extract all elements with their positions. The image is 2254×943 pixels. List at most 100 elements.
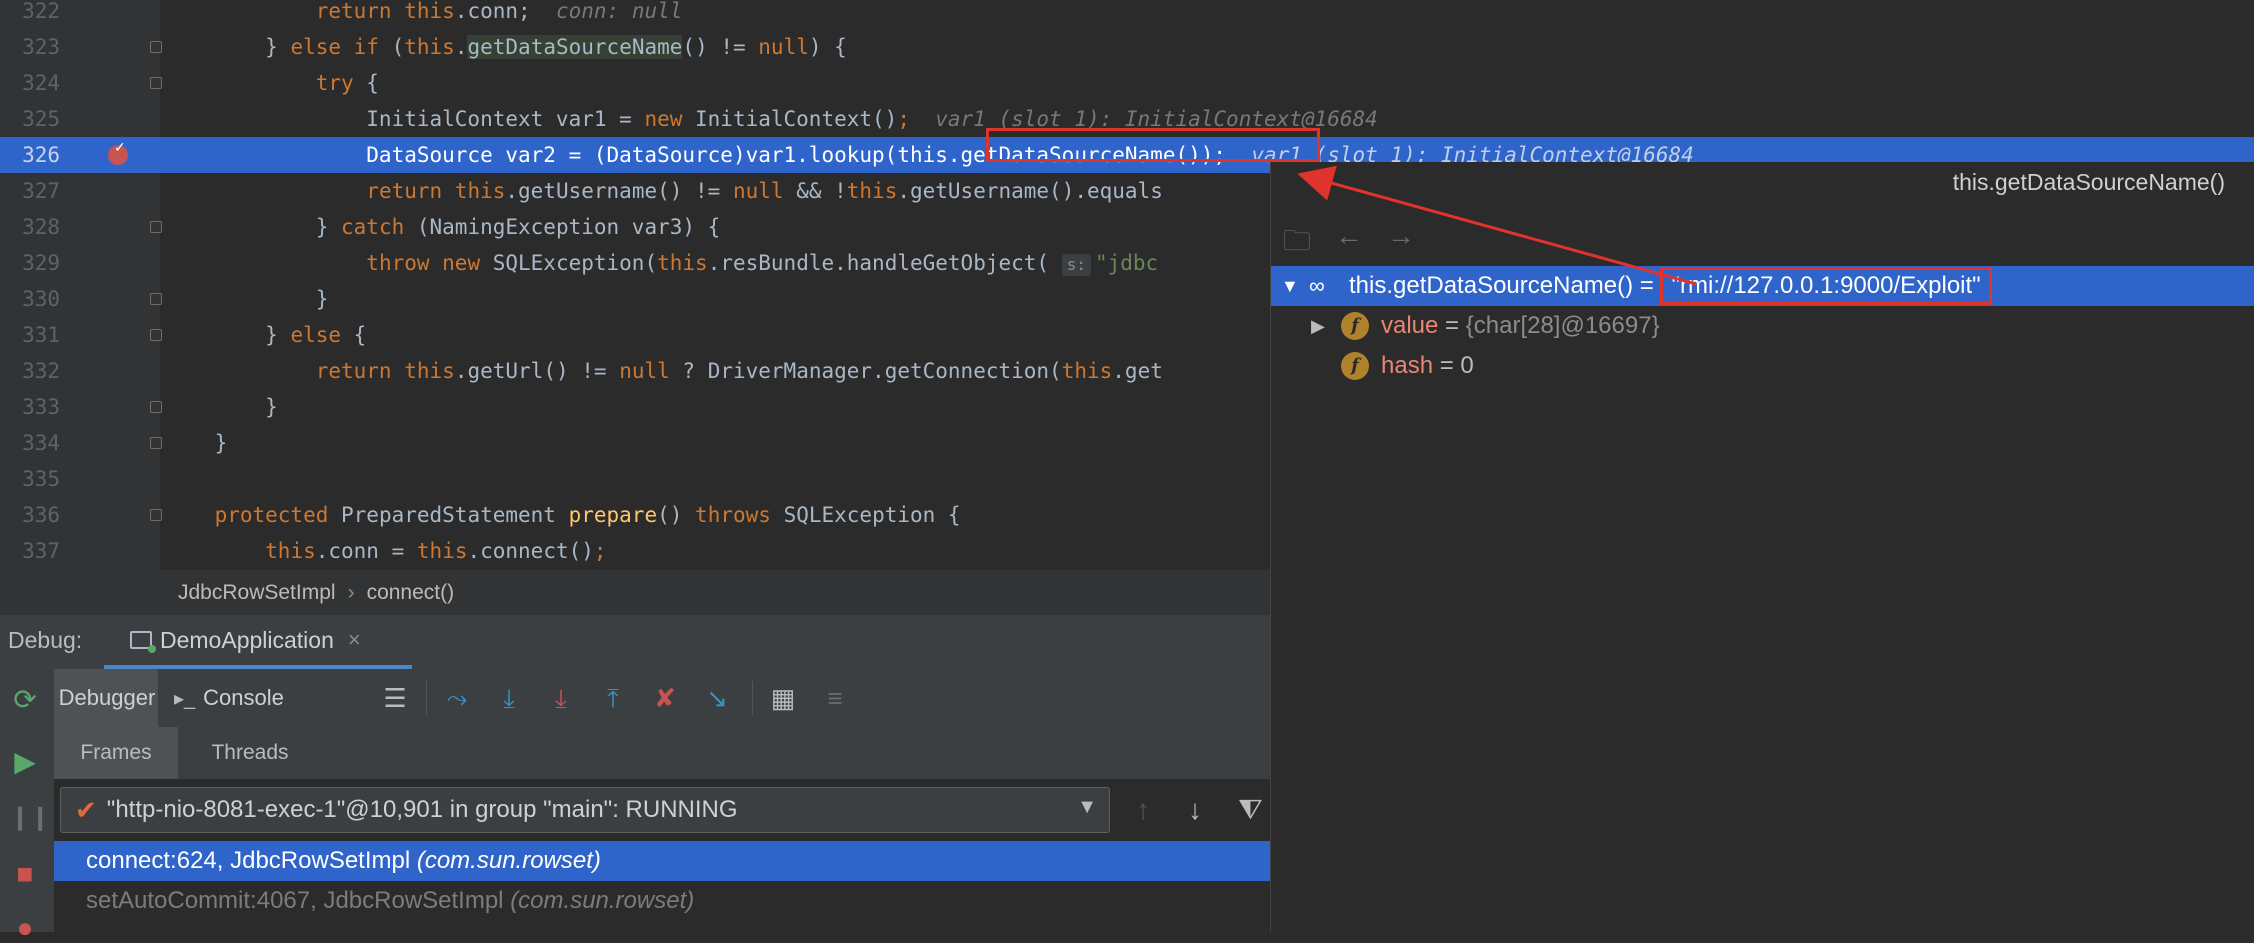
popup-toolbar: 🗀 ← → [1271,214,2254,260]
code-token: .getUrl() != [454,359,620,383]
view-breakpoints-icon[interactable]: ● [10,913,40,943]
breadcrumb-class[interactable]: JdbcRowSetImpl [0,581,336,605]
frame-method: setAutoCommit:4067, JdbcRowSetImpl [86,887,511,914]
tree-root-row[interactable]: ▼ ∞ this.getDataSourceName() = "rmi://12… [1271,266,2254,306]
code-token: new [644,107,696,131]
force-step-into-icon[interactable]: ⤓ [546,683,576,713]
line-number[interactable]: 335 [0,461,60,497]
filter-icon[interactable]: ⧨ [1238,795,1263,825]
run-to-cursor-icon[interactable]: ↘ [702,683,732,713]
thread-selector[interactable]: ✔ "http-nio-8081-exec-1"@10,901 in group… [60,787,1110,833]
fold-marker-icon[interactable] [150,41,162,53]
line-number[interactable]: 327 [0,173,60,209]
fold-marker-icon[interactable] [150,509,162,521]
tree-field-row[interactable]: ▶ f value = {char[28]@16697} [1271,306,2254,346]
close-icon[interactable]: × [348,627,361,653]
code-token: this [657,251,708,275]
line-number[interactable]: 322 [0,0,60,29]
trace-stream-icon[interactable]: ≡ [820,683,850,713]
fold-marker-icon[interactable] [150,77,162,89]
collapse-triangle-icon[interactable]: ▼ [1281,266,1299,306]
code-text: protected PreparedStatement prepare() th… [164,497,961,533]
frame-row[interactable]: connect:624, JdbcRowSetImpl (com.sun.row… [54,841,1270,881]
resume-icon[interactable]: ▶ [10,747,40,777]
tab-demo-application-label: DemoApplication [160,626,334,653]
fold-marker-icon[interactable] [150,401,162,413]
drop-frame-icon[interactable]: ✘ [650,683,680,713]
code-token: else [290,323,354,347]
breakpoint-icon[interactable] [108,139,128,165]
frame-row[interactable]: setAutoCommit:4067, JdbcRowSetImpl (com.… [54,881,1270,921]
frames-panel: ✔ "http-nio-8081-exec-1"@10,901 in group… [54,779,1270,932]
code-token: } [164,287,329,311]
field-icon: f [1341,312,1369,340]
tree-root-content: this.getDataSourceName() = "rmi://127.0.… [1349,266,1992,306]
code-token: .getUsername().equals [897,179,1163,203]
watch-glasses-icon: ∞ [1309,273,1325,298]
tab-threads[interactable]: Threads [190,727,310,779]
line-number[interactable]: 337 [0,533,60,569]
code-text: return this.getUsername() != null && !th… [164,173,1163,209]
arrow-down-icon[interactable]: ↓ [1188,795,1202,825]
frame-method: connect:624, JdbcRowSetImpl [86,847,417,874]
line-number[interactable]: 331 [0,317,60,353]
code-token: s: [1061,254,1091,276]
line-number[interactable]: 332 [0,353,60,389]
back-arrow-icon[interactable]: ← [1335,220,1363,252]
code-line[interactable]: 322 return this.conn; conn: null [0,0,2254,29]
breadcrumb-method[interactable]: connect() [367,581,455,605]
line-number[interactable]: 333 [0,389,60,425]
debug-label: Debug: [8,627,83,653]
fold-marker-icon[interactable] [150,329,162,341]
code-token: ; [593,539,607,563]
rerun-icon[interactable]: ⟳ [10,685,40,715]
layout-menu-icon[interactable]: ☰ [380,683,410,713]
code-text: return this.conn; conn: null [164,0,683,29]
tab-debugger[interactable]: Debugger [54,669,158,727]
line-number[interactable]: 326 [0,137,60,173]
stop-icon[interactable]: ■ [10,859,40,889]
step-over-icon[interactable]: ⤳ [442,683,472,713]
tab-demo-application[interactable]: DemoApplication × [104,615,412,669]
forward-arrow-icon[interactable]: → [1387,220,1415,252]
step-out-icon[interactable]: ⤒ [598,683,628,713]
code-token: conn: null [555,0,683,23]
line-number[interactable]: 324 [0,65,60,101]
fold-marker-icon[interactable] [150,221,162,233]
tab-console[interactable]: ▸_ Console [164,669,284,727]
code-token: getDataSourceName [467,35,683,59]
arrow-up-icon[interactable]: ↑ [1136,795,1150,825]
code-line[interactable]: 323 } else if (this.getDataSourceName() … [0,29,2254,65]
code-token: try [315,71,367,95]
chevron-down-icon[interactable]: ▼ [1077,796,1097,819]
line-number[interactable]: 336 [0,497,60,533]
code-line[interactable]: 324 try { [0,65,2254,101]
code-token: (NamingException var3) { [416,215,721,239]
line-number[interactable]: 329 [0,245,60,281]
line-number[interactable]: 325 [0,101,60,137]
fold-marker-icon[interactable] [150,437,162,449]
field-icon: f [1341,352,1369,380]
code-token: ? DriverManager.getConnection( [682,359,1062,383]
line-number[interactable]: 323 [0,29,60,65]
evaluate-expression-icon[interactable]: ▦ [768,683,798,713]
pause-icon[interactable]: ❙❙ [10,803,50,833]
line-number[interactable]: 334 [0,425,60,461]
expand-triangle-icon[interactable]: ▶ [1311,306,1325,346]
field-equals: = [1433,352,1461,379]
field-content: value = {char[28]@16697} [1381,306,1660,346]
code-token: .resBundle.handleGetObject( [707,251,1062,275]
tab-console-label: Console [203,685,284,710]
tree-field-row[interactable]: f hash = 0 [1271,346,2254,386]
line-number[interactable]: 328 [0,209,60,245]
debug-left-toolbar: ⟳ ▶ ❙❙ ■ ● [0,669,55,943]
folder-icon[interactable]: 🗀 [1283,220,1311,268]
code-token: this [897,143,948,167]
tab-frames[interactable]: Frames [54,727,178,779]
fold-marker-icon[interactable] [150,293,162,305]
line-number[interactable]: 330 [0,281,60,317]
step-into-icon[interactable]: ⤓ [494,683,524,713]
